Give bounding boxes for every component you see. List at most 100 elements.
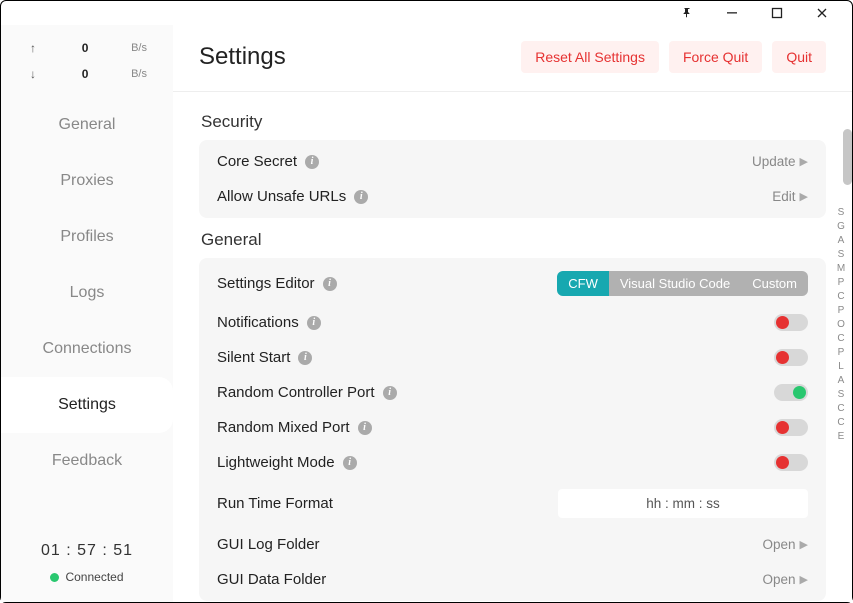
info-icon[interactable]: i [383,386,397,400]
info-icon[interactable]: i [323,277,337,291]
app-shell: ↑ 0 B/s ↓ 0 B/s General Proxies Profiles… [1,25,852,602]
index-letter[interactable]: S [838,207,845,218]
index-letter[interactable]: C [837,403,844,414]
window-titlebar [1,1,852,25]
settings-content[interactable]: Security Core Secret i Update ▶ Allow Un… [173,92,852,602]
core-secret-update-link[interactable]: Update ▶ [752,154,808,169]
info-icon[interactable]: i [354,190,368,204]
row-gui-data: GUI Data Folder Open ▶ [199,562,826,597]
sidebar-label: Logs [70,284,105,302]
pin-icon [681,7,693,19]
lightweight-label: Lightweight Mode [217,454,335,471]
close-icon [816,7,828,19]
index-letter[interactable]: S [838,389,845,400]
chevron-right-icon: ▶ [800,538,808,551]
traffic-up-value: 0 [82,41,89,55]
info-icon[interactable]: i [298,351,312,365]
traffic-down-value: 0 [82,67,89,81]
page-header: Settings Reset All Settings Force Quit Q… [173,25,852,92]
info-icon[interactable]: i [343,456,357,470]
maximize-icon [771,7,783,19]
random-mixed-toggle[interactable] [774,419,808,436]
sidebar-label: Settings [58,396,116,414]
index-letter[interactable]: G [837,221,845,232]
info-icon[interactable]: i [305,155,319,169]
index-letter[interactable]: M [837,263,845,274]
reset-settings-button[interactable]: Reset All Settings [521,41,659,73]
maximize-button[interactable] [754,1,799,25]
silent-start-toggle[interactable] [774,349,808,366]
sidebar-item-feedback[interactable]: Feedback [1,433,173,489]
scrollbar-thumb[interactable] [843,129,852,185]
seg-cfw[interactable]: CFW [557,271,609,296]
section-title-security: Security [201,112,826,132]
minimize-button[interactable] [709,1,754,25]
sidebar-footer: 01 : 57 : 51 Connected [1,532,173,602]
runtime-format-label: Run Time Format [217,495,333,512]
sidebar-label: General [59,116,116,134]
seg-vscode[interactable]: Visual Studio Code [609,271,741,296]
index-letter[interactable]: A [838,375,845,386]
row-lightweight: Lightweight Mode i [199,445,826,480]
chevron-right-icon: ▶ [800,155,808,168]
sidebar-label: Profiles [60,228,113,246]
force-quit-button[interactable]: Force Quit [669,41,762,73]
index-letter[interactable]: P [838,277,845,288]
row-allow-unsafe: Allow Unsafe URLs i Edit ▶ [199,179,826,214]
sidebar-item-general[interactable]: General [1,97,173,153]
seg-custom[interactable]: Custom [741,271,808,296]
sidebar-item-logs[interactable]: Logs [1,265,173,321]
random-controller-toggle[interactable] [774,384,808,401]
info-icon[interactable]: i [358,421,372,435]
general-card: Settings Editor i CFW Visual Studio Code… [199,258,826,601]
main-panel: Settings Reset All Settings Force Quit Q… [173,25,852,602]
row-notifications: Notifications i [199,305,826,340]
index-letter[interactable]: P [838,305,845,316]
sidebar-label: Proxies [60,172,113,190]
arrow-up-icon: ↑ [27,41,39,55]
index-letter[interactable]: P [838,347,845,358]
status-dot-icon [50,573,59,582]
sidebar-item-profiles[interactable]: Profiles [1,209,173,265]
minimize-icon [726,7,738,19]
sidebar-item-connections[interactable]: Connections [1,321,173,377]
info-icon[interactable]: i [307,316,321,330]
index-letter[interactable]: O [837,319,845,330]
notifications-toggle[interactable] [774,314,808,331]
section-index-rail[interactable]: SGASMPCPOCPLASCCE [834,207,848,442]
close-button[interactable] [799,1,844,25]
quit-button[interactable]: Quit [772,41,826,73]
sidebar-item-proxies[interactable]: Proxies [1,153,173,209]
action-text: Open [763,572,796,587]
action-text: Open [763,537,796,552]
traffic-up-unit: B/s [131,42,147,54]
index-letter[interactable]: C [837,417,844,428]
pin-button[interactable] [664,1,709,25]
runtime-format-input[interactable] [558,489,808,518]
allow-unsafe-edit-link[interactable]: Edit ▶ [772,189,808,204]
index-letter[interactable]: E [838,431,845,442]
row-random-controller: Random Controller Port i [199,375,826,410]
silent-start-label: Silent Start [217,349,290,366]
page-title: Settings [199,43,286,71]
traffic-down-row: ↓ 0 B/s [17,61,157,87]
lightweight-toggle[interactable] [774,454,808,471]
arrow-down-icon: ↓ [27,67,39,81]
gui-data-open-link[interactable]: Open ▶ [763,572,809,587]
core-secret-label: Core Secret [217,153,297,170]
row-gui-log: GUI Log Folder Open ▶ [199,527,826,562]
index-letter[interactable]: C [837,333,844,344]
index-letter[interactable]: A [838,235,845,246]
sidebar-item-settings[interactable]: Settings [1,377,173,433]
index-letter[interactable]: S [838,249,845,260]
notifications-label: Notifications [217,314,299,331]
settings-editor-label: Settings Editor [217,275,315,292]
sidebar: ↑ 0 B/s ↓ 0 B/s General Proxies Profiles… [1,25,173,602]
gui-log-open-link[interactable]: Open ▶ [763,537,809,552]
index-letter[interactable]: C [837,291,844,302]
row-runtime-format: Run Time Format [199,480,826,527]
gui-log-label: GUI Log Folder [217,536,320,553]
sidebar-label: Feedback [52,452,122,470]
index-letter[interactable]: L [838,361,844,372]
random-mixed-label: Random Mixed Port [217,419,350,436]
